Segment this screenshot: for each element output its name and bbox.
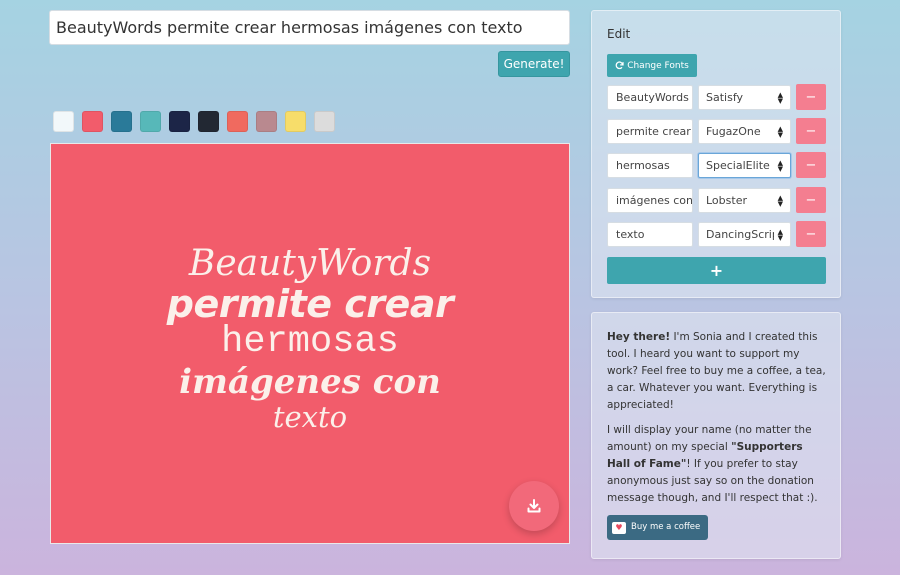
remove-row-button[interactable]: − [796, 187, 826, 213]
word-row: hermosas SpecialElite ▲ ▼ − [607, 152, 827, 178]
color-swatch[interactable] [227, 111, 248, 132]
color-swatch[interactable] [140, 111, 161, 132]
color-swatch[interactable] [111, 111, 132, 132]
canvas-line-4: imágenes con [179, 362, 441, 402]
change-fonts-label: Change Fonts [627, 60, 689, 71]
canvas-line-2: permite crear [166, 282, 454, 326]
remove-row-button[interactable]: − [796, 118, 826, 144]
change-fonts-button[interactable]: Change Fonts [607, 54, 697, 77]
word-input[interactable]: imágenes con [607, 188, 693, 213]
color-swatch[interactable] [198, 111, 219, 132]
font-select[interactable]: FugazOne ▲ ▼ [698, 119, 791, 144]
refresh-icon [615, 61, 624, 70]
font-select-value: DancingScript [706, 228, 774, 241]
word-input[interactable]: hermosas [607, 153, 693, 178]
word-row: imágenes con Lobster ▲ ▼ − [607, 187, 827, 213]
word-row: texto DancingScript ▲▼ − [607, 221, 827, 247]
font-select[interactable]: Lobster ▲ ▼ [698, 188, 791, 213]
about-paragraph-2: I will display your name (no matter the … [607, 422, 829, 507]
minus-icon: − [805, 226, 817, 242]
sort-arrows-icon: ▲ ▼ [777, 91, 783, 105]
edit-panel: Edit Change Fonts BeautyWords Satisfy ▲ ▼… [591, 10, 841, 298]
color-swatch[interactable] [285, 111, 306, 132]
edit-title: Edit [607, 27, 631, 41]
canvas-line-3: hermosas [221, 321, 399, 363]
canvas-line-5: texto [272, 400, 348, 434]
minus-icon: − [805, 89, 817, 105]
sort-arrows-icon: ▲ ▼ [777, 125, 783, 139]
about-text: Hey there! I'm Sonia and I created this … [607, 329, 829, 540]
font-select-value: Lobster [706, 194, 747, 207]
about-paragraph-1: Hey there! I'm Sonia and I created this … [607, 329, 829, 414]
minus-icon: − [805, 123, 817, 139]
word-input[interactable]: texto [607, 222, 693, 247]
font-select[interactable]: SpecialElite ▲ ▼ [698, 153, 791, 178]
download-button[interactable] [509, 481, 559, 531]
about-panel: Hey there! I'm Sonia and I created this … [591, 312, 841, 559]
remove-row-button[interactable]: − [796, 152, 826, 178]
font-select-value: Satisfy [706, 91, 744, 104]
minus-icon: − [805, 192, 817, 208]
color-swatch[interactable] [314, 111, 335, 132]
about-paragraph-1-text: I'm Sonia and I created this tool. I hea… [607, 331, 826, 411]
text-input[interactable]: BeautyWords permite crear hermosas imáge… [49, 10, 570, 45]
word-row: BeautyWords Satisfy ▲ ▼ − [607, 84, 827, 110]
font-select-value: SpecialElite [706, 159, 770, 172]
plus-icon: + [709, 261, 724, 280]
minus-icon: − [805, 157, 817, 173]
canvas-line-1: BeautyWords [188, 243, 432, 284]
sort-arrows-icon: ▲ ▼ [777, 159, 783, 173]
color-swatch[interactable] [82, 111, 103, 132]
coffee-cup-icon: ♥ [612, 521, 626, 534]
color-swatch[interactable] [53, 111, 74, 132]
font-select[interactable]: Satisfy ▲ ▼ [698, 85, 791, 110]
add-row-button[interactable]: + [607, 257, 826, 284]
remove-row-button[interactable]: − [796, 221, 826, 247]
buy-me-a-coffee-button[interactable]: ♥ Buy me a coffee [607, 515, 708, 540]
canvas-text: BeautyWords permite crear hermosas imáge… [51, 242, 569, 432]
download-icon [527, 499, 541, 513]
word-row: permite crear FugazOne ▲ ▼ − [607, 118, 827, 144]
sort-arrows-icon: ▲ ▼ [777, 194, 783, 208]
generate-button[interactable]: Generate! [498, 51, 570, 77]
color-swatch[interactable] [169, 111, 190, 132]
color-swatches [53, 111, 335, 132]
buy-me-a-coffee-label: Buy me a coffee [631, 522, 701, 532]
font-select[interactable]: DancingScript ▲▼ [698, 222, 791, 247]
font-select-value: FugazOne [706, 125, 761, 138]
remove-row-button[interactable]: − [796, 84, 826, 110]
word-input[interactable]: permite crear [607, 119, 693, 144]
word-input[interactable]: BeautyWords [607, 85, 693, 110]
sort-arrows-icon: ▲ ▼ [777, 228, 783, 242]
greeting: Hey there! [607, 331, 671, 343]
image-canvas: BeautyWords permite crear hermosas imáge… [50, 143, 570, 544]
color-swatch[interactable] [256, 111, 277, 132]
